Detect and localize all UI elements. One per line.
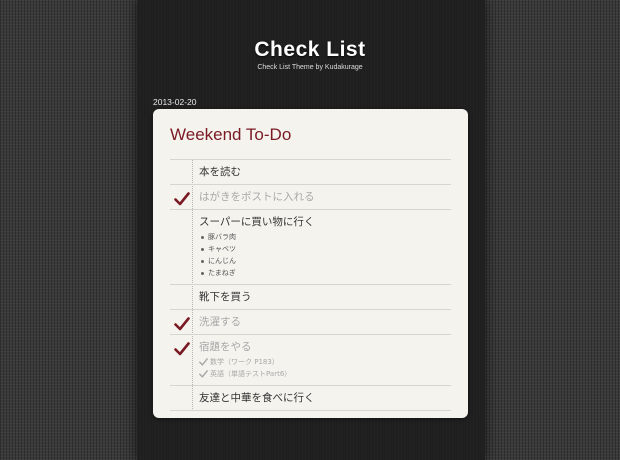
sub-list-item-label: たまねぎ <box>208 269 236 277</box>
checklist-item[interactable]: 友達と中華を食べに行く <box>170 386 451 411</box>
checklist-item-label: 洗濯する <box>199 316 241 328</box>
checkbox[interactable] <box>174 316 190 331</box>
sub-list-item-label: キャベツ <box>208 245 236 253</box>
sub-list-item-label: 数学（ワーク P183） <box>210 358 279 366</box>
sub-list: 豚バラ肉キャベツにんじんたまねぎ <box>199 231 451 279</box>
checklist-item[interactable]: 宿題をやる数学（ワーク P183） 英語（単語テストPart6） <box>170 335 451 386</box>
checklist-item-label: はがきをポストに入れる <box>199 191 315 203</box>
check-mark-icon <box>174 341 190 360</box>
sub-list: 数学（ワーク P183） 英語（単語テストPart6） <box>199 356 451 380</box>
check-mark-icon <box>174 316 190 335</box>
bullet-icon <box>201 247 204 251</box>
checkbox[interactable] <box>174 341 190 356</box>
post-card: Weekend To-Do 本を読む はがきをポストに入れる スーパーに買い物に行く… <box>153 109 468 418</box>
sub-list-item: 英語（単語テストPart6） <box>199 368 451 380</box>
checklist-item-label: スーパーに買い物に行く <box>199 216 315 228</box>
check-mark-icon <box>199 370 208 378</box>
sub-list-item: 数学（ワーク P183） <box>199 356 451 368</box>
checkbox[interactable] <box>174 392 190 406</box>
checklist-item[interactable]: 洗濯する <box>170 310 451 335</box>
sub-list-item-label: 豚バラ肉 <box>208 233 236 241</box>
post-title[interactable]: Weekend To-Do <box>170 125 291 145</box>
sub-list-item: たまねぎ <box>199 267 451 279</box>
sub-list-item: 豚バラ肉 <box>199 231 451 243</box>
bullet-icon <box>201 235 204 239</box>
post-date: 2013-02-20 <box>153 97 197 107</box>
checklist-item[interactable]: 靴下を買う <box>170 285 451 310</box>
checklist-item[interactable]: 本を読む <box>170 160 451 185</box>
checkbox[interactable] <box>174 216 190 230</box>
sub-list-item: キャベツ <box>199 243 451 255</box>
checklist: 本を読むはがきをポストに入れる スーパーに買い物に行く豚バラ肉キャベツにんじんたま… <box>170 159 451 411</box>
site-subtitle: Check List Theme by Kudakurage <box>257 64 363 71</box>
checklist-item[interactable]: スーパーに買い物に行く豚バラ肉キャベツにんじんたまねぎ <box>170 210 451 285</box>
checkbox[interactable] <box>174 166 190 180</box>
site-title[interactable]: Check List <box>0 38 620 62</box>
checklist-item-label: 宿題をやる <box>199 341 252 353</box>
checklist-item-label: 靴下を買う <box>199 291 252 303</box>
bullet-icon <box>201 271 204 275</box>
checklist-item[interactable]: はがきをポストに入れる <box>170 185 451 210</box>
checkbox[interactable] <box>174 191 190 206</box>
checklist-item-label: 本を読む <box>199 166 241 178</box>
checklist-item-label: 友達と中華を食べに行く <box>199 392 315 404</box>
bullet-icon <box>201 259 204 263</box>
sub-list-item-label: 英語（単語テストPart6） <box>210 370 292 378</box>
sub-list-item: にんじん <box>199 255 451 267</box>
check-mark-icon <box>174 191 190 210</box>
checkbox[interactable] <box>174 291 190 305</box>
sub-list-item-label: にんじん <box>208 257 236 265</box>
check-mark-icon <box>199 358 208 366</box>
